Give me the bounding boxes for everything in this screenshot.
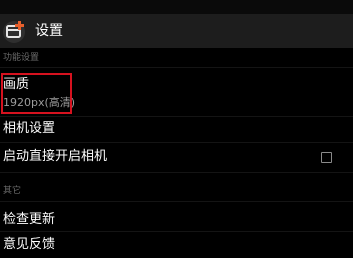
title-bar: 设置: [0, 14, 353, 48]
quality-title: 画质: [3, 77, 30, 92]
launch-camera-title: 启动直接开启相机: [3, 149, 108, 164]
camera-settings-title: 相机设置: [3, 121, 56, 136]
section-header-features: 功能设置: [3, 53, 40, 63]
check-update-title: 检查更新: [3, 212, 56, 227]
section-header-other: 其它: [3, 186, 22, 196]
status-bar: [0, 0, 353, 14]
quality-value: 1920px(高清): [3, 96, 76, 109]
feedback-title: 意见反馈: [3, 237, 56, 252]
settings-screen: 设置 功能设置 画质 1920px(高清) 相机设置 启动直接开启相机 其它 检…: [0, 0, 353, 258]
app-icon[interactable]: [2, 18, 28, 44]
divider: [0, 172, 353, 173]
page-title: 设置: [35, 23, 63, 39]
launch-camera-checkbox[interactable]: [321, 152, 332, 163]
